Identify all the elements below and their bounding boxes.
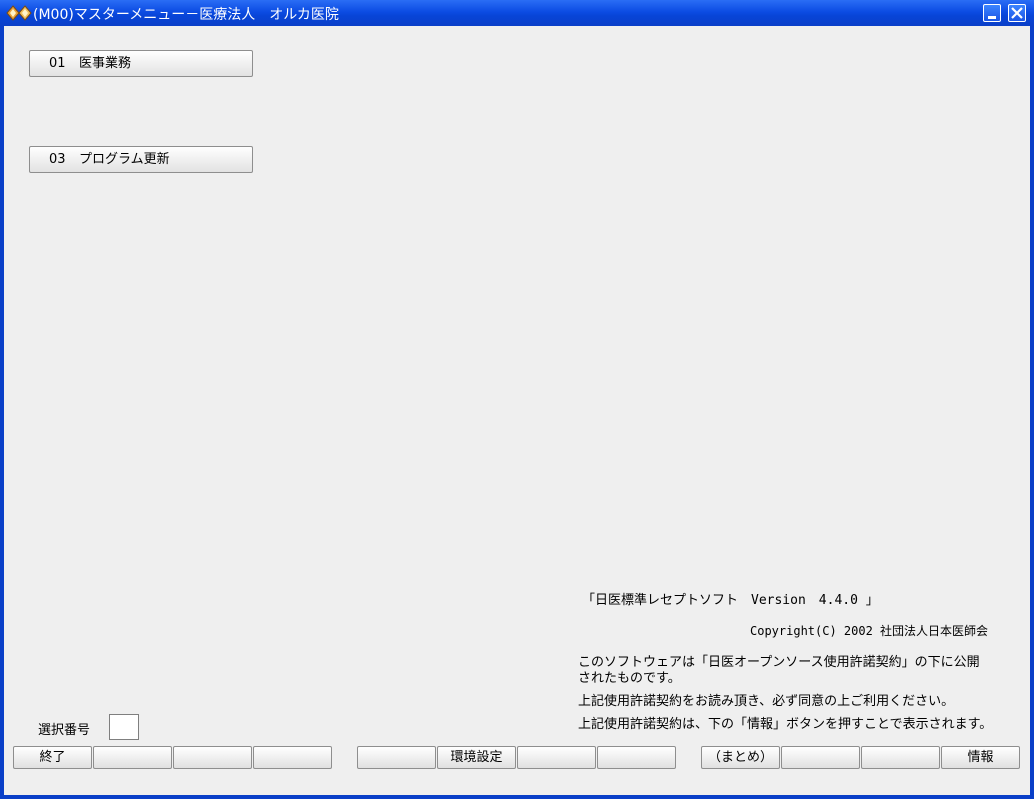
fkey-6-settings-button[interactable]: 環境設定 [437,746,516,769]
selection-label: 選択番号 [38,723,91,738]
license-text-line: 上記使用許諾契約をお読み頂き、必ず同意の上ご利用ください。 [578,694,955,709]
fkey-8-button[interactable] [597,746,676,769]
app-window: (M00)マスターメニュー－医療法人 オルカ医院 01 医事業務 03 プログラム更… [0,0,1034,799]
main-panel: 01 医事業務 03 プログラム更新 「日医標準レセプトソフト Version 4.… [4,26,1030,795]
selection-number-input[interactable] [109,714,139,740]
license-text-line: されたものです。 [578,671,681,686]
fkey-11-button[interactable] [861,746,940,769]
close-button[interactable] [1008,4,1026,22]
menu-number: 03 [49,152,66,167]
close-icon [1011,7,1023,19]
license-text-line: 上記使用許諾契約は、下の「情報」ボタンを押すことで表示されます。 [578,717,993,732]
license-text-line: このソフトウェアは「日医オープンソース使用許諾契約」の下に公開 [578,655,980,670]
fkey-1-exit-button[interactable]: 終了 [13,746,92,769]
menu-label: 医事業務 [79,56,132,71]
fkey-3-button[interactable] [173,746,252,769]
menu-button-medical-office[interactable]: 01 医事業務 [29,50,253,77]
title-bar[interactable]: (M00)マスターメニュー－医療法人 オルカ医院 [0,0,1034,26]
fkey-9-summary-button[interactable]: （まとめ） [701,746,780,769]
window-title: (M00)マスターメニュー－医療法人 オルカ医院 [33,7,339,23]
menu-label: プログラム更新 [79,152,170,167]
app-logo-icon [6,5,32,21]
fkey-4-button[interactable] [253,746,332,769]
version-label: 「日医標準レセプトソフト Version 4.4.0 」 [582,593,879,608]
fkey-7-button[interactable] [517,746,596,769]
fkey-10-button[interactable] [781,746,860,769]
fkey-5-button[interactable] [357,746,436,769]
copyright-label: Copyright(C) 2002 社団法人日本医師会 [750,624,989,638]
menu-number: 01 [49,56,66,71]
fkey-12-info-button[interactable]: 情報 [941,746,1020,769]
menu-button-program-update[interactable]: 03 プログラム更新 [29,146,253,173]
fkey-2-button[interactable] [93,746,172,769]
minimize-button[interactable] [983,4,1001,22]
